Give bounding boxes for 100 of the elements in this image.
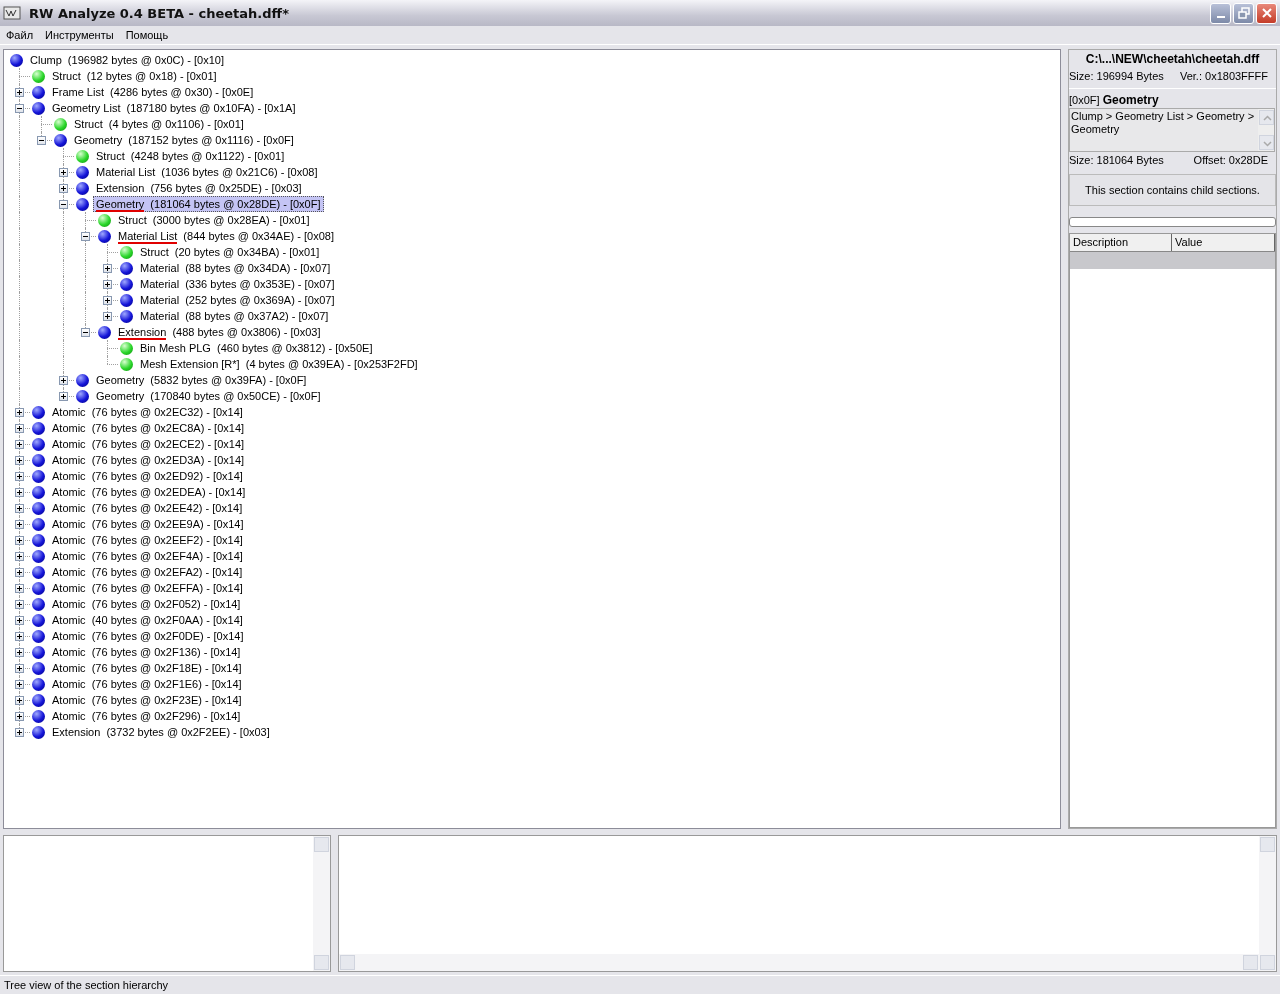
- expander-box[interactable]: [15, 648, 24, 657]
- tree-item[interactable]: Mesh Extension [R*] (4 bytes @ 0x39EA) - [0x253F2FD]: [137, 356, 421, 372]
- tree-item[interactable]: Extension (488 bytes @ 0x3806) - [0x03]: [115, 324, 324, 340]
- expander-box[interactable]: [15, 88, 24, 97]
- tree-item[interactable]: Atomic (76 bytes @ 0x2EFFA) - [0x14]: [49, 580, 246, 596]
- file-path: C:\...\NEW\cheetah\cheetah.dff: [1084, 51, 1261, 68]
- node-ball-icon: [32, 453, 45, 467]
- tree-item[interactable]: Material (88 bytes @ 0x37A2) - [0x07]: [137, 308, 332, 324]
- file-size: Size: 196994 Bytes: [1069, 70, 1164, 82]
- tree-item[interactable]: Atomic (76 bytes @ 0x2EC8A) - [0x14]: [49, 420, 248, 436]
- tree-item[interactable]: Extension (3732 bytes @ 0x2F2EE) - [0x03]: [49, 724, 273, 740]
- tree-item[interactable]: Struct (4 bytes @ 0x1106) - [0x01]: [71, 116, 247, 132]
- tree-item[interactable]: Struct (3000 bytes @ 0x28EA) - [0x01]: [115, 212, 313, 228]
- expander-box[interactable]: [15, 440, 24, 449]
- node-ball-icon: [76, 197, 89, 211]
- expander-box[interactable]: [15, 104, 24, 113]
- tree-item[interactable]: Material (336 bytes @ 0x353E) - [0x07]: [137, 276, 338, 292]
- restore-button[interactable]: [1233, 2, 1254, 24]
- tree-item[interactable]: Geometry List (187180 bytes @ 0x10FA) - [0x1A]: [49, 100, 299, 116]
- expander-box[interactable]: [15, 728, 24, 737]
- tree-item[interactable]: Struct (12 bytes @ 0x18) - [0x01]: [49, 68, 220, 84]
- tree-item[interactable]: Atomic (76 bytes @ 0x2EE9A) - [0x14]: [49, 516, 247, 532]
- minimize-button[interactable]: [1210, 2, 1231, 24]
- tree-item[interactable]: Atomic (76 bytes @ 0x2F296) - [0x14]: [49, 708, 244, 724]
- tree-item[interactable]: Atomic (40 bytes @ 0x2F0AA) - [0x14]: [49, 612, 246, 628]
- expander-box[interactable]: [15, 696, 24, 705]
- menu-item[interactable]: Инструменты: [45, 29, 114, 41]
- expander-box[interactable]: [103, 296, 112, 305]
- expander-box[interactable]: [15, 536, 24, 545]
- expander-box[interactable]: [15, 504, 24, 513]
- node-ball-icon: [76, 149, 89, 163]
- tree-item[interactable]: Atomic (76 bytes @ 0x2EEF2) - [0x14]: [49, 532, 246, 548]
- node-ball-icon: [76, 181, 89, 195]
- tree-item[interactable]: Material (252 bytes @ 0x369A) - [0x07]: [137, 292, 338, 308]
- tree-item[interactable]: Material (88 bytes @ 0x34DA) - [0x07]: [137, 260, 334, 276]
- tree-item[interactable]: Atomic (76 bytes @ 0x2EE42) - [0x14]: [49, 500, 246, 516]
- node-ball-icon: [98, 229, 111, 243]
- expander-box[interactable]: [15, 424, 24, 433]
- expander-box[interactable]: [15, 552, 24, 561]
- tree-item[interactable]: Atomic (76 bytes @ 0x2EC32) - [0x14]: [49, 404, 246, 420]
- expander-box[interactable]: [103, 312, 112, 321]
- expander-box[interactable]: [15, 632, 24, 641]
- column-header[interactable]: Description: [1070, 234, 1172, 251]
- tree-item[interactable]: Material List (1036 bytes @ 0x21C6) - [0x08]: [93, 164, 321, 180]
- node-ball-icon: [32, 485, 45, 499]
- tree-item[interactable]: Atomic (76 bytes @ 0x2F052) - [0x14]: [49, 596, 244, 612]
- expander-box[interactable]: [81, 328, 90, 337]
- input-field[interactable]: [1069, 217, 1276, 227]
- expander-box[interactable]: [15, 456, 24, 465]
- tree-item[interactable]: Geometry (181064 bytes @ 0x28DE) - [0x0F]: [93, 196, 324, 212]
- tree-item[interactable]: Geometry (187152 bytes @ 0x1116) - [0x0F]: [71, 132, 297, 148]
- tree-item[interactable]: Struct (20 bytes @ 0x34BA) - [0x01]: [137, 244, 323, 260]
- tree-item[interactable]: Atomic (76 bytes @ 0x2F23E) - [0x14]: [49, 692, 245, 708]
- menu-item[interactable]: Помощь: [125, 29, 169, 41]
- tree-item[interactable]: Atomic (76 bytes @ 0x2EFA2) - [0x14]: [49, 564, 246, 580]
- expander-box[interactable]: [59, 184, 68, 193]
- expander-box[interactable]: [59, 200, 68, 209]
- expander-box[interactable]: [15, 472, 24, 481]
- expander-box[interactable]: [81, 232, 90, 241]
- expander-box[interactable]: [15, 600, 24, 609]
- expander-box[interactable]: [15, 712, 24, 721]
- tree-item[interactable]: Atomic (76 bytes @ 0x2EF4A) - [0x14]: [49, 548, 246, 564]
- menu-item[interactable]: Файл: [6, 29, 34, 41]
- tree-item[interactable]: Atomic (76 bytes @ 0x2ED92) - [0x14]: [49, 468, 246, 484]
- tree-item[interactable]: Geometry (5832 bytes @ 0x39FA) - [0x0F]: [93, 372, 310, 388]
- expander-box[interactable]: [15, 488, 24, 497]
- expander-box[interactable]: [103, 264, 112, 273]
- tree-item[interactable]: Bin Mesh PLG (460 bytes @ 0x3812) - [0x50E]: [137, 340, 376, 356]
- tree-item[interactable]: Material List (844 bytes @ 0x34AE) - [0x08]: [115, 228, 337, 244]
- expander-box[interactable]: [15, 680, 24, 689]
- tree-item[interactable]: Atomic (76 bytes @ 0x2F136) - [0x14]: [49, 644, 244, 660]
- tree-item[interactable]: Frame List (4286 bytes @ 0x30) - [0x0E]: [49, 84, 257, 100]
- node-ball-icon: [32, 677, 45, 691]
- tree-item[interactable]: Atomic (76 bytes @ 0x2F1E6) - [0x14]: [49, 676, 245, 692]
- tree-item[interactable]: Extension (756 bytes @ 0x25DE) - [0x03]: [93, 180, 305, 196]
- tree-item[interactable]: Atomic (76 bytes @ 0x2ECE2) - [0x14]: [49, 436, 248, 452]
- close-button[interactable]: [1256, 2, 1277, 24]
- tree-item[interactable]: Atomic (76 bytes @ 0x2EDEA) - [0x14]: [49, 484, 249, 500]
- tree-item[interactable]: Clump (196982 bytes @ 0x0C) - [0x10]: [27, 52, 227, 68]
- expander-box[interactable]: [15, 616, 24, 625]
- node-ball-icon: [120, 277, 133, 291]
- expander-box[interactable]: [103, 280, 112, 289]
- column-header[interactable]: Value: [1172, 234, 1275, 251]
- restore-icon: [1237, 7, 1250, 19]
- tree-item[interactable]: Atomic (76 bytes @ 0x2F18E) - [0x14]: [49, 660, 245, 676]
- expander-box[interactable]: [59, 376, 68, 385]
- node-ball-icon: [32, 437, 45, 451]
- expander-box[interactable]: [59, 168, 68, 177]
- tree-item[interactable]: Atomic (76 bytes @ 0x2ED3A) - [0x14]: [49, 452, 248, 468]
- expander-box[interactable]: [15, 584, 24, 593]
- expander-box[interactable]: [59, 392, 68, 401]
- expander-box[interactable]: [15, 408, 24, 417]
- tree-item[interactable]: Geometry (170840 bytes @ 0x50CE) - [0x0F]: [93, 388, 324, 404]
- expander-box[interactable]: [15, 664, 24, 673]
- tree-item[interactable]: Atomic (76 bytes @ 0x2F0DE) - [0x14]: [49, 628, 247, 644]
- app-icon: [3, 5, 21, 21]
- tree-item[interactable]: Struct (4248 bytes @ 0x1122) - [0x01]: [93, 148, 288, 164]
- expander-box[interactable]: [15, 568, 24, 577]
- expander-box[interactable]: [37, 136, 46, 145]
- expander-box[interactable]: [15, 520, 24, 529]
